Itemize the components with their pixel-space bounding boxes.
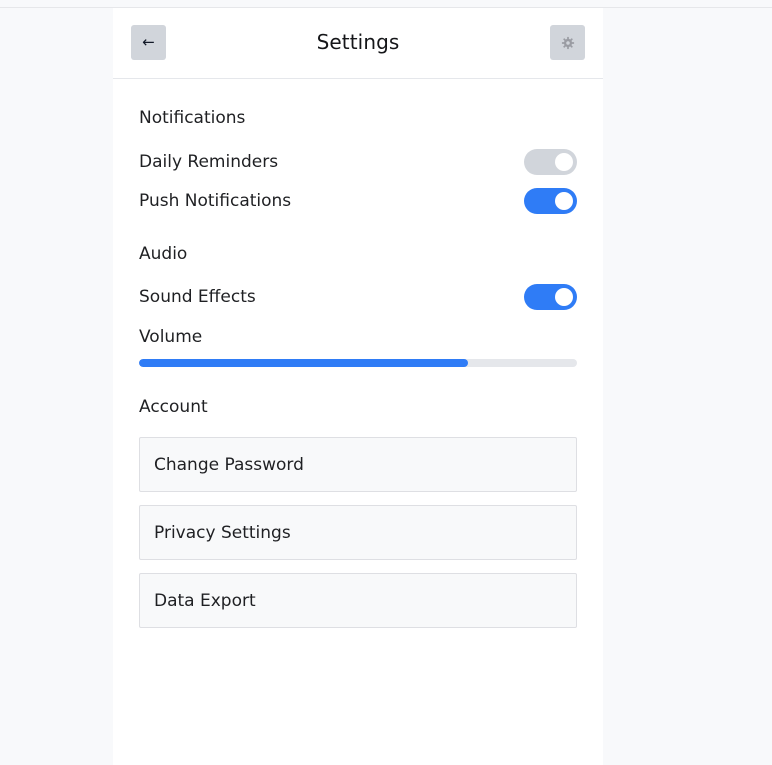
data-export-button[interactable]: Data Export (139, 573, 577, 628)
change-password-button[interactable]: Change Password (139, 437, 577, 492)
volume-slider-fill (139, 359, 468, 367)
gear-icon (561, 36, 574, 49)
sound-effects-toggle[interactable] (524, 284, 577, 310)
toggle-knob (555, 153, 573, 171)
toggle-knob (555, 192, 573, 210)
section-notifications: Notifications (139, 108, 246, 128)
settings-panel: ← Settings Notifications Daily Reminders… (113, 8, 603, 765)
section-audio: Audio (139, 244, 188, 264)
push-notifications-label: Push Notifications (139, 191, 292, 211)
volume-slider[interactable] (139, 359, 577, 367)
toggle-knob (555, 288, 573, 306)
settings-gear-button[interactable] (550, 25, 585, 60)
daily-reminders-label: Daily Reminders (139, 152, 279, 172)
sound-effects-label: Sound Effects (139, 287, 256, 307)
push-notifications-toggle[interactable] (524, 188, 577, 214)
page-title: Settings (316, 30, 400, 54)
section-account: Account (139, 397, 208, 417)
daily-reminders-toggle[interactable] (524, 149, 577, 175)
settings-header: ← Settings (113, 8, 603, 79)
volume-label: Volume (139, 327, 203, 347)
privacy-settings-button[interactable]: Privacy Settings (139, 505, 577, 560)
